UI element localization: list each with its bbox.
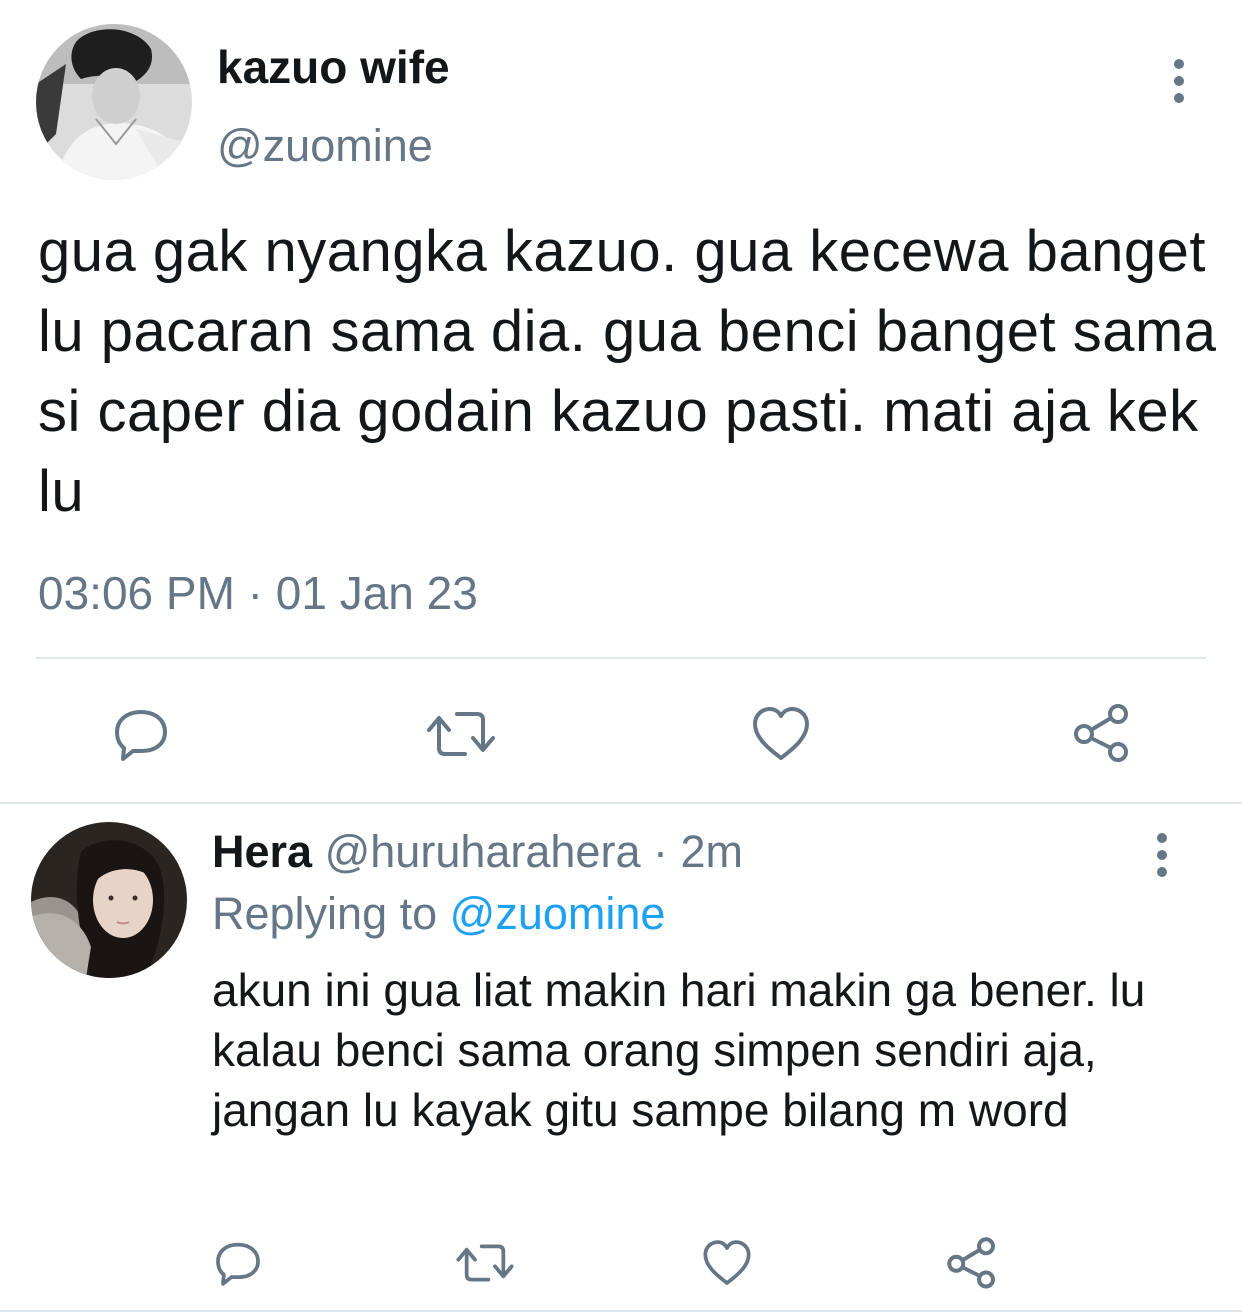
reply-author-name[interactable]: Hera xyxy=(212,826,312,877)
author-avatar[interactable] xyxy=(36,24,192,180)
author-name[interactable]: kazuo wife xyxy=(217,40,450,94)
reply-author-avatar[interactable] xyxy=(31,822,187,978)
divider xyxy=(0,802,1242,804)
tweet-timestamp[interactable]: 03:06 PM · 01 Jan 23 xyxy=(38,566,478,620)
divider xyxy=(36,657,1206,659)
reply-author-handle[interactable]: @huruharahera xyxy=(325,826,641,877)
retweet-icon[interactable] xyxy=(425,704,497,764)
reply-icon[interactable] xyxy=(213,1238,263,1288)
replying-to-handle-link[interactable]: @zuomine xyxy=(450,888,666,939)
replying-to-label: Replying to xyxy=(212,888,438,939)
replying-to: Replying to @zuomine xyxy=(212,888,665,940)
avatar-photo xyxy=(36,24,192,180)
reply-text: akun ini gua liat makin hari makin ga be… xyxy=(212,964,1146,1136)
more-dot xyxy=(1157,850,1167,860)
tweet-text: gua gak nyangka kazuo. gua kecewa banget… xyxy=(38,219,1217,524)
more-dot xyxy=(1174,76,1184,86)
like-icon[interactable] xyxy=(701,1238,753,1288)
more-dot xyxy=(1174,59,1184,69)
like-icon[interactable] xyxy=(751,704,811,764)
avatar-photo xyxy=(31,822,187,978)
divider xyxy=(0,1310,1242,1312)
more-options-icon[interactable] xyxy=(1155,833,1169,877)
retweet-icon[interactable] xyxy=(455,1238,515,1288)
more-dot xyxy=(1157,833,1167,843)
more-dot xyxy=(1174,93,1184,103)
reply-header: Hera @huruharahera · 2m xyxy=(212,826,743,878)
author-handle[interactable]: @zuomine xyxy=(217,120,433,172)
share-icon[interactable] xyxy=(944,1234,1000,1290)
share-icon[interactable] xyxy=(1070,700,1134,764)
separator-dot: · xyxy=(653,826,668,877)
reply-icon[interactable] xyxy=(111,704,171,764)
reply-age: 2m xyxy=(680,826,744,877)
more-options-icon[interactable] xyxy=(1172,59,1186,103)
more-dot xyxy=(1157,867,1167,877)
